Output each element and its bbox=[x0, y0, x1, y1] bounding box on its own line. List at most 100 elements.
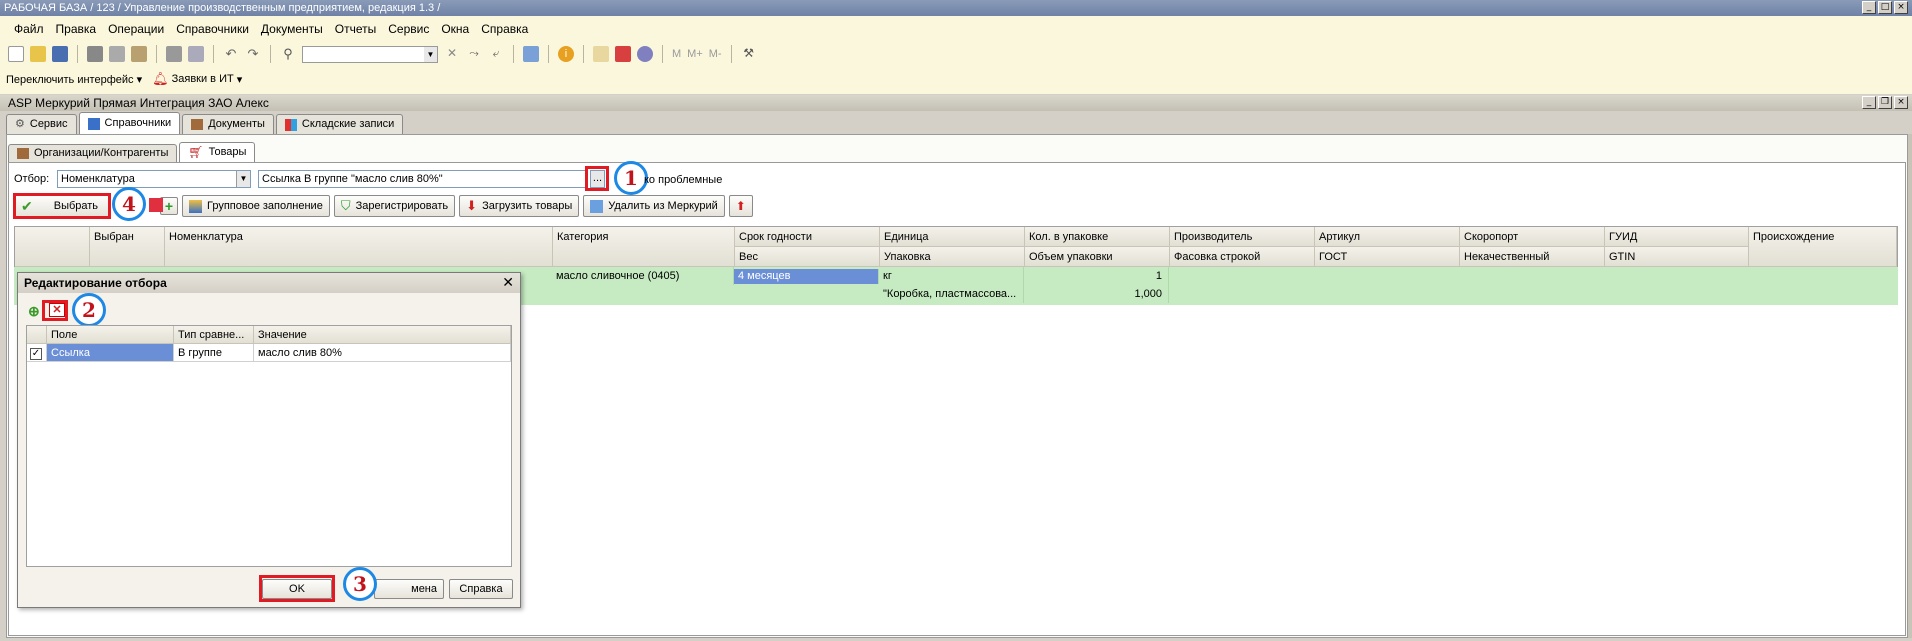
dialog-header-value[interactable]: Значение bbox=[254, 326, 511, 344]
cancel-button[interactable]: мена bbox=[374, 579, 444, 599]
grid-header-nomenclature[interactable]: Номенклатура bbox=[165, 227, 553, 267]
window-title: РАБОЧАЯ БАЗА / 123 / Управление производ… bbox=[4, 2, 441, 14]
filter-value-input[interactable]: Ссылка В группе "масло слив 80%" bbox=[258, 170, 588, 188]
grid-header-pack-volume[interactable]: Объем упаковки bbox=[1025, 247, 1170, 267]
calculator-icon[interactable] bbox=[593, 46, 609, 62]
redo-icon[interactable]: ↷ bbox=[245, 46, 261, 62]
cut-icon[interactable] bbox=[87, 46, 103, 62]
find-previous-icon[interactable]: ⤶ bbox=[488, 46, 504, 62]
tab-service[interactable]: ⚙ Сервис bbox=[6, 114, 77, 134]
new-document-icon[interactable] bbox=[8, 46, 24, 62]
grid-header-shelf-life[interactable]: Срок годности bbox=[735, 227, 880, 247]
close-icon[interactable]: × bbox=[1894, 1, 1908, 14]
restore-icon[interactable]: ❐ bbox=[1878, 96, 1892, 109]
grid-header-category[interactable]: Категория bbox=[553, 227, 735, 267]
delete-from-mercury-button[interactable]: Удалить из Меркурий bbox=[583, 195, 725, 217]
tab-goods[interactable]: 🛒︎ Товары bbox=[179, 142, 256, 162]
cell-unit[interactable]: кг bbox=[879, 267, 1024, 285]
grid-header-article[interactable]: Артикул bbox=[1315, 227, 1460, 247]
grid-header-marker bbox=[15, 227, 90, 267]
grid-header-packing-string[interactable]: Фасовка строкой bbox=[1170, 247, 1315, 267]
cell-pack-qty[interactable]: 1 bbox=[1024, 267, 1169, 285]
help-button[interactable]: Справка bbox=[449, 579, 513, 599]
grid-header-unit[interactable]: Единица bbox=[880, 227, 1025, 247]
download-icon: ⬇ bbox=[466, 198, 478, 213]
dialog-header-compare[interactable]: Тип сравне... bbox=[174, 326, 254, 344]
close-icon[interactable]: ✕ bbox=[502, 275, 514, 291]
menu-service[interactable]: Сервис bbox=[388, 19, 429, 39]
users-icon[interactable] bbox=[637, 46, 653, 62]
menu-help[interactable]: Справка bbox=[481, 19, 528, 39]
grid-header-weight[interactable]: Вес bbox=[735, 247, 880, 267]
filter-row-compare[interactable]: В группе bbox=[174, 344, 254, 362]
group-fill-button[interactable]: Групповое заполнение bbox=[182, 195, 330, 217]
search-input[interactable]: ▼ bbox=[302, 45, 438, 63]
grid-header-guid[interactable]: ГУИД bbox=[1605, 227, 1749, 247]
undo-icon[interactable]: ↶ bbox=[223, 46, 239, 62]
delete-row-button[interactable] bbox=[147, 196, 165, 214]
cell-category[interactable]: масло сливочное (0405) bbox=[552, 267, 734, 285]
problem-only-label: ко проблемные bbox=[644, 174, 723, 186]
goods-grid-header: Выбран Номенклатура Категория Срок годно… bbox=[14, 226, 1898, 267]
paste-icon[interactable] bbox=[131, 46, 147, 62]
windows-icon[interactable] bbox=[523, 46, 539, 62]
clear-search-icon[interactable]: ✕ bbox=[444, 46, 460, 62]
vertical-scrollbar[interactable] bbox=[1908, 134, 1912, 638]
memory-m-icon[interactable]: M bbox=[672, 48, 681, 60]
filter-field-select[interactable]: Номенклатура ▼ bbox=[57, 170, 251, 188]
calendar-icon[interactable] bbox=[615, 46, 631, 62]
maximize-icon[interactable]: □ bbox=[1878, 1, 1892, 14]
menu-catalogs[interactable]: Справочники bbox=[176, 19, 249, 39]
grid-header-gtin[interactable]: GTIN bbox=[1605, 247, 1749, 267]
filter-row-field[interactable]: Ссылка bbox=[47, 344, 174, 362]
export-button[interactable]: ⬆ bbox=[728, 195, 753, 217]
print-preview-icon[interactable] bbox=[188, 46, 204, 62]
memory-plus-icon[interactable]: M+ bbox=[687, 48, 703, 60]
tab-label: Товары bbox=[208, 146, 247, 158]
menu-file[interactable]: Файл bbox=[14, 19, 44, 39]
dialog-header-field[interactable]: Поле bbox=[47, 326, 174, 344]
grid-header-defective[interactable]: Некачественный bbox=[1460, 247, 1605, 267]
catalog-icon bbox=[87, 117, 100, 130]
grid-header-pack-qty[interactable]: Кол. в упаковке bbox=[1025, 227, 1170, 247]
filter-row-value[interactable]: масло слив 80% bbox=[254, 344, 511, 362]
load-goods-button[interactable]: ⬇ Загрузить товары bbox=[459, 195, 580, 217]
grid-header-packaging[interactable]: Упаковка bbox=[880, 247, 1025, 267]
menu-edit[interactable]: Правка bbox=[56, 19, 97, 39]
tab-documents[interactable]: Документы bbox=[182, 114, 274, 134]
chevron-down-icon[interactable]: ▼ bbox=[236, 171, 250, 187]
save-icon[interactable] bbox=[52, 46, 68, 62]
grid-header-selected[interactable]: Выбран bbox=[90, 227, 165, 267]
grid-header-perishable[interactable]: Скоропорт bbox=[1460, 227, 1605, 247]
add-filter-icon[interactable]: ⊕ bbox=[28, 303, 40, 320]
close-icon[interactable]: × bbox=[1894, 96, 1908, 109]
copy-icon[interactable] bbox=[109, 46, 125, 62]
grid-header-gost[interactable]: ГОСТ bbox=[1315, 247, 1460, 267]
cell-shelf-life[interactable]: 4 месяцев bbox=[734, 269, 879, 284]
filter-enabled-checkbox[interactable]: ✓ bbox=[27, 344, 47, 362]
open-folder-icon[interactable] bbox=[30, 46, 46, 62]
grid-header-manufacturer[interactable]: Производитель bbox=[1170, 227, 1315, 247]
switch-interface-button[interactable]: Переключить интерфейс ▾ bbox=[6, 73, 142, 86]
menu-reports[interactable]: Отчеты bbox=[335, 19, 376, 39]
tools-icon[interactable]: ⚒ bbox=[741, 46, 757, 62]
minimize-icon[interactable]: _ bbox=[1862, 1, 1876, 14]
register-button[interactable]: ⛉ Зарегистрировать bbox=[333, 195, 456, 217]
minimize-icon[interactable]: _ bbox=[1862, 96, 1876, 109]
cell-packaging[interactable]: "Коробка, пластмассова... bbox=[879, 285, 1024, 303]
find-next-icon[interactable]: ⤳ bbox=[466, 46, 482, 62]
delete-mercury-label: Удалить из Меркурий bbox=[608, 200, 718, 212]
info-icon[interactable]: i bbox=[558, 46, 574, 62]
grid-header-origin[interactable]: Происхождение bbox=[1749, 227, 1897, 267]
tab-catalogs[interactable]: Справочники bbox=[78, 112, 181, 134]
cell-pack-volume[interactable]: 1,000 bbox=[1024, 285, 1169, 303]
it-requests-button[interactable]: 🔔︎ Заявки в ИТ ▾ bbox=[152, 71, 242, 87]
tab-warehouse-records[interactable]: Складские записи bbox=[275, 114, 404, 134]
print-icon[interactable] bbox=[166, 46, 182, 62]
menu-windows[interactable]: Окна bbox=[441, 19, 469, 39]
memory-minus-icon[interactable]: M- bbox=[709, 48, 722, 60]
tab-organizations[interactable]: Организации/Контрагенты bbox=[8, 144, 178, 162]
chevron-down-icon[interactable]: ▼ bbox=[424, 46, 437, 62]
menu-documents[interactable]: Документы bbox=[261, 19, 323, 39]
menu-operations[interactable]: Операции bbox=[108, 19, 164, 39]
